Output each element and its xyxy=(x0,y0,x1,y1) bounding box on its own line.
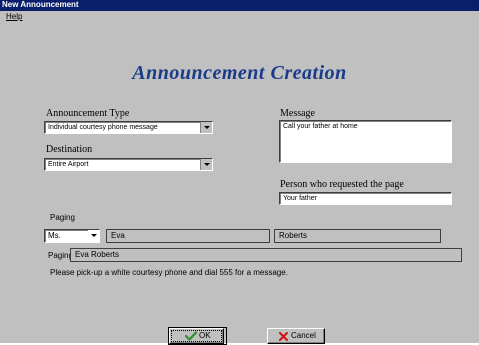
destination-dropdown-button[interactable] xyxy=(200,159,212,170)
page-title: Announcement Creation xyxy=(132,62,347,84)
last-name-field[interactable]: Roberts xyxy=(274,229,441,243)
destination-select[interactable]: Entire Airport xyxy=(44,158,213,171)
new-announcement-window: New Announcement Help Announcement Creat… xyxy=(0,0,479,345)
ok-button[interactable]: OK xyxy=(169,328,224,344)
paging-title-dropdown-button[interactable] xyxy=(88,230,99,242)
paging-title-select[interactable]: Ms. xyxy=(44,229,100,243)
paging-title-value: Ms. xyxy=(48,231,61,240)
destination-value: Entire Airport xyxy=(48,161,89,168)
paging-full-name-field: Eva Roberts xyxy=(70,248,462,262)
first-name-value: Eva xyxy=(111,231,125,240)
requester-input[interactable]: Your father xyxy=(279,192,452,205)
instruction-text: Please pick-up a white courtesy phone an… xyxy=(50,268,288,277)
paging-label: Paging xyxy=(50,213,75,222)
cancel-button[interactable]: Cancel xyxy=(267,328,325,344)
menu-help[interactable]: Help xyxy=(6,11,22,22)
announcement-type-select[interactable]: Individual courtesy phone message xyxy=(44,121,213,134)
announcement-type-value: Individual courtesy phone message xyxy=(48,124,158,131)
requester-value: Your father xyxy=(283,195,317,202)
message-value: Call your father at home xyxy=(283,123,358,130)
menu-help-label: Help xyxy=(6,12,23,21)
chevron-down-icon xyxy=(91,234,97,237)
cancel-button-label: Cancel xyxy=(291,331,316,340)
announcement-type-dropdown-button[interactable] xyxy=(200,122,212,133)
message-label: Message xyxy=(280,108,315,119)
last-name-value: Roberts xyxy=(279,231,308,240)
checkmark-icon xyxy=(185,331,197,341)
first-name-field[interactable]: Eva xyxy=(106,229,270,243)
x-icon xyxy=(279,332,288,341)
destination-label: Destination xyxy=(46,144,93,155)
chevron-down-icon xyxy=(204,126,210,129)
window-title: New Announcement xyxy=(2,0,79,9)
ok-button-label: OK xyxy=(199,331,211,340)
menu-bar: Help xyxy=(0,11,479,22)
announcement-type-label: Announcement Type xyxy=(46,108,130,119)
title-bar: New Announcement xyxy=(0,0,479,11)
paging-full-name-value: Eva Roberts xyxy=(75,250,120,259)
message-textarea[interactable]: Call your father at home xyxy=(279,120,452,163)
requester-label: Person who requested the page xyxy=(280,179,404,190)
chevron-down-icon xyxy=(204,163,210,166)
